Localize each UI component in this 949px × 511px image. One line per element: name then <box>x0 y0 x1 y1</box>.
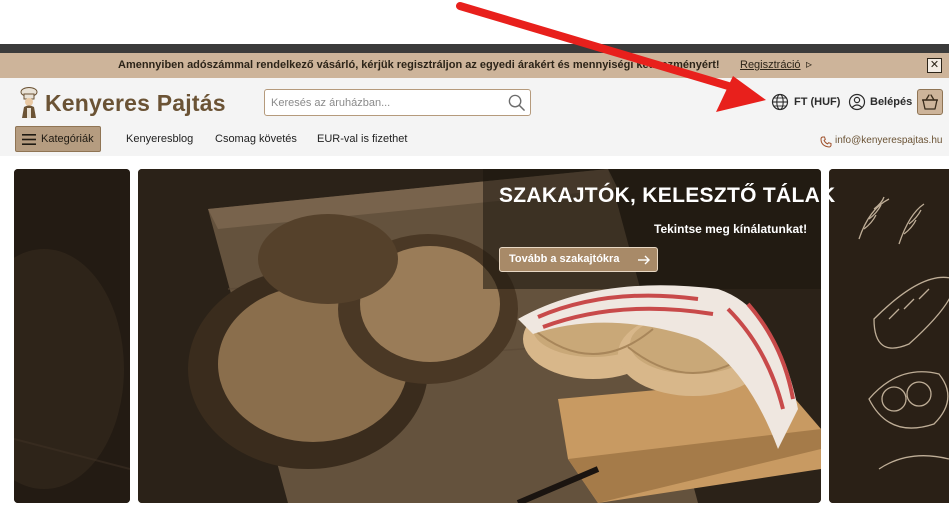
top-dark-strip <box>0 44 949 53</box>
nav-link-eur[interactable]: EUR-val is fizethet <box>317 133 407 145</box>
hero-subtitle: Tekintse meg kínálatunkat! <box>654 222 808 236</box>
register-link[interactable]: Regisztráció <box>740 59 801 71</box>
login-label: Belépés <box>870 96 913 108</box>
categories-label: Kategóriák <box>41 133 94 145</box>
globe-icon <box>771 93 789 111</box>
announcement-close-button[interactable]: ✕ <box>927 58 942 73</box>
hero-cta-label: Tovább a szakajtókra <box>509 253 620 265</box>
chef-logo-icon <box>20 87 38 118</box>
register-arrow-icon[interactable]: ▹ <box>806 57 812 71</box>
nav-link-blog[interactable]: Kenyeresblog <box>126 133 193 145</box>
announcement-bar: Amennyiben adószámmal rendelkező vásárló… <box>0 53 949 78</box>
previous-slide-image <box>14 169 130 503</box>
page: Amennyiben adószámmal rendelkező vásárló… <box>0 0 949 511</box>
phone-icon <box>820 136 832 148</box>
hero-title: SZAKAJTÓK, KELESZTŐ TÁLAK <box>499 184 836 207</box>
hero-bread-image <box>138 169 821 503</box>
contact-email-label: info@kenyerespajtas.hu <box>835 135 943 146</box>
currency-label: FT (HUF) <box>794 96 841 108</box>
slide-previous[interactable] <box>14 169 130 503</box>
search-icon[interactable] <box>507 93 526 112</box>
menu-icon <box>22 134 36 145</box>
search-box[interactable] <box>264 89 531 116</box>
basket-icon <box>922 94 938 110</box>
announcement-text: Amennyiben adószámmal rendelkező vásárló… <box>118 59 720 71</box>
cart-button[interactable] <box>917 89 943 115</box>
hero-cta-button[interactable]: Tovább a szakajtókra <box>499 247 658 272</box>
nav-link-tracking[interactable]: Csomag követés <box>215 133 297 145</box>
user-icon <box>848 93 866 111</box>
next-slide-image <box>829 169 949 503</box>
arrow-right-icon <box>638 255 650 265</box>
logo[interactable]: Kenyeres Pajtás <box>18 87 238 119</box>
logo-text: Kenyeres Pajtás <box>45 90 226 116</box>
search-input[interactable] <box>271 95 501 111</box>
slide-next[interactable] <box>829 169 949 503</box>
hero-slide[interactable] <box>138 169 821 503</box>
categories-button[interactable]: Kategóriák <box>15 126 101 152</box>
